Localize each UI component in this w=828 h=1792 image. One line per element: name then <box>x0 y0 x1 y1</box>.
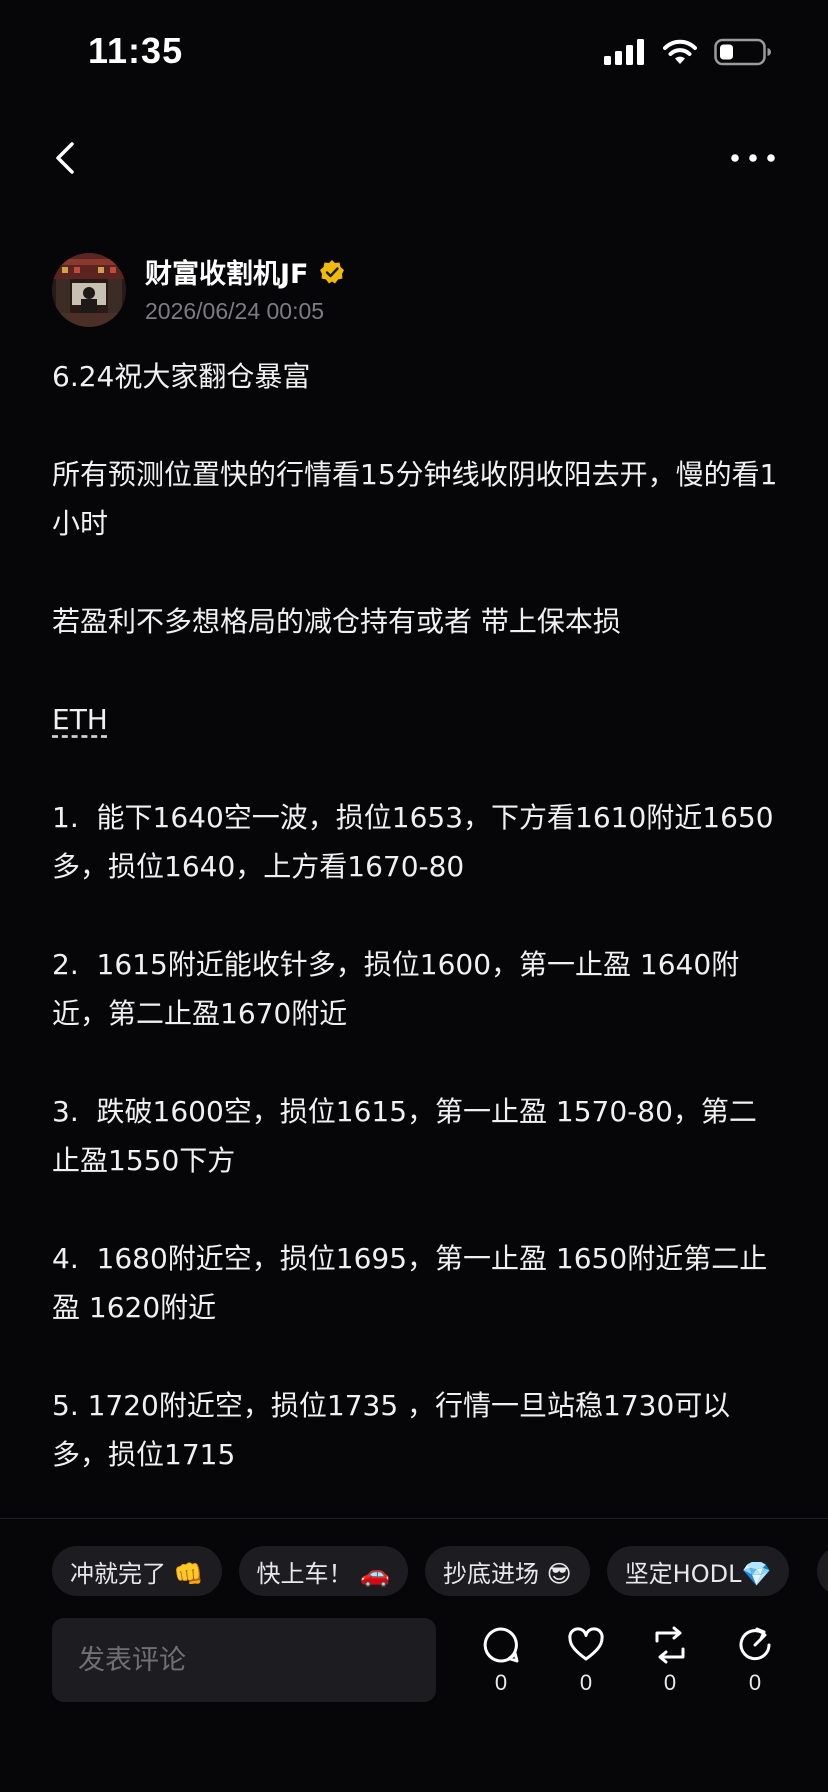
quick-reply-chip[interactable]: 坚定HODL💎 <box>606 1546 790 1596</box>
quick-reply-chip-partial[interactable] <box>817 1546 828 1596</box>
post-paragraph: 6.24祝大家翻仓暴富 <box>52 360 311 393</box>
comment-input[interactable] <box>52 1618 436 1702</box>
battery-icon <box>714 38 771 66</box>
author-name-label: 财富收割机JF <box>145 259 309 290</box>
quick-reply-chip[interactable]: 冲就完了 👊 <box>52 1546 222 1596</box>
heart-icon <box>568 1627 604 1661</box>
quick-reply-chip[interactable]: 快上车！ 🚗 <box>238 1546 409 1596</box>
share-icon <box>739 1627 771 1661</box>
comment-count: 0 <box>494 1670 508 1695</box>
avatar[interactable] <box>52 253 126 327</box>
status-time: 11:35 <box>88 30 184 71</box>
post-paragraph: 4. 1680附近空，损位1695，第一止盈 1650附近第二止盈 1620附近 <box>52 1242 768 1324</box>
more-button[interactable] <box>728 140 778 176</box>
post-timestamp: 2026/06/24 00:05 <box>145 298 325 324</box>
share-button[interactable]: 0 <box>725 1626 785 1696</box>
like-button[interactable]: 0 <box>556 1626 616 1696</box>
quick-reply-chip[interactable]: 抄底进场 😎 <box>425 1546 590 1596</box>
comment-icon <box>483 1627 519 1663</box>
post-paragraph: 3. 跌破1600空，损位1615，第一止盈 1570-80，第二止盈1550下… <box>52 1095 757 1177</box>
post-paragraph: 若盈利不多想格局的减仓持有或者 带上保本损 <box>52 605 621 638</box>
more-horizontal-icon <box>731 154 775 162</box>
status-icons <box>604 38 772 66</box>
repost-count: 0 <box>663 1670 677 1695</box>
post-paragraph: 所有预测位置快的行情看15分钟线收阴收阳去开，慢的看1小时 <box>52 458 778 540</box>
author-name[interactable]: 财富收割机JF <box>145 252 345 291</box>
post-paragraph: 1. 能下1640空一波，损位1653，下方看1610附近1650多，损位164… <box>52 801 774 883</box>
post-content: 6.24祝大家翻仓暴富 所有预测位置快的行情看15分钟线收阴收阳去开，慢的看1小… <box>52 352 782 1528</box>
post-paragraph: 2. 1615附近能收针多，损位1600，第一止盈 1640附近，第二止盈167… <box>52 948 740 1030</box>
chevron-left-icon <box>56 142 74 174</box>
post-paragraph: 5. 1720附近空，损位1735 ，行情一旦站稳1730可以多，损位1715 <box>52 1389 731 1471</box>
status-bar: 11:35 <box>0 0 828 110</box>
repost-icon <box>655 1626 685 1664</box>
eth-tag-link[interactable]: ETH <box>52 703 108 736</box>
share-count: 0 <box>748 1670 762 1695</box>
like-count: 0 <box>579 1670 593 1695</box>
wifi-icon <box>663 39 697 64</box>
quick-reply-chips: 冲就完了 👊 快上车！ 🚗 抄底进场 😎 坚定HODL💎 <box>52 1546 790 1596</box>
divider <box>0 1518 828 1519</box>
verified-badge-icon <box>319 259 344 283</box>
repost-button[interactable]: 0 <box>640 1626 700 1696</box>
comment-button[interactable]: 0 <box>471 1626 531 1696</box>
back-button[interactable] <box>44 136 88 180</box>
signal-icon <box>604 39 644 65</box>
